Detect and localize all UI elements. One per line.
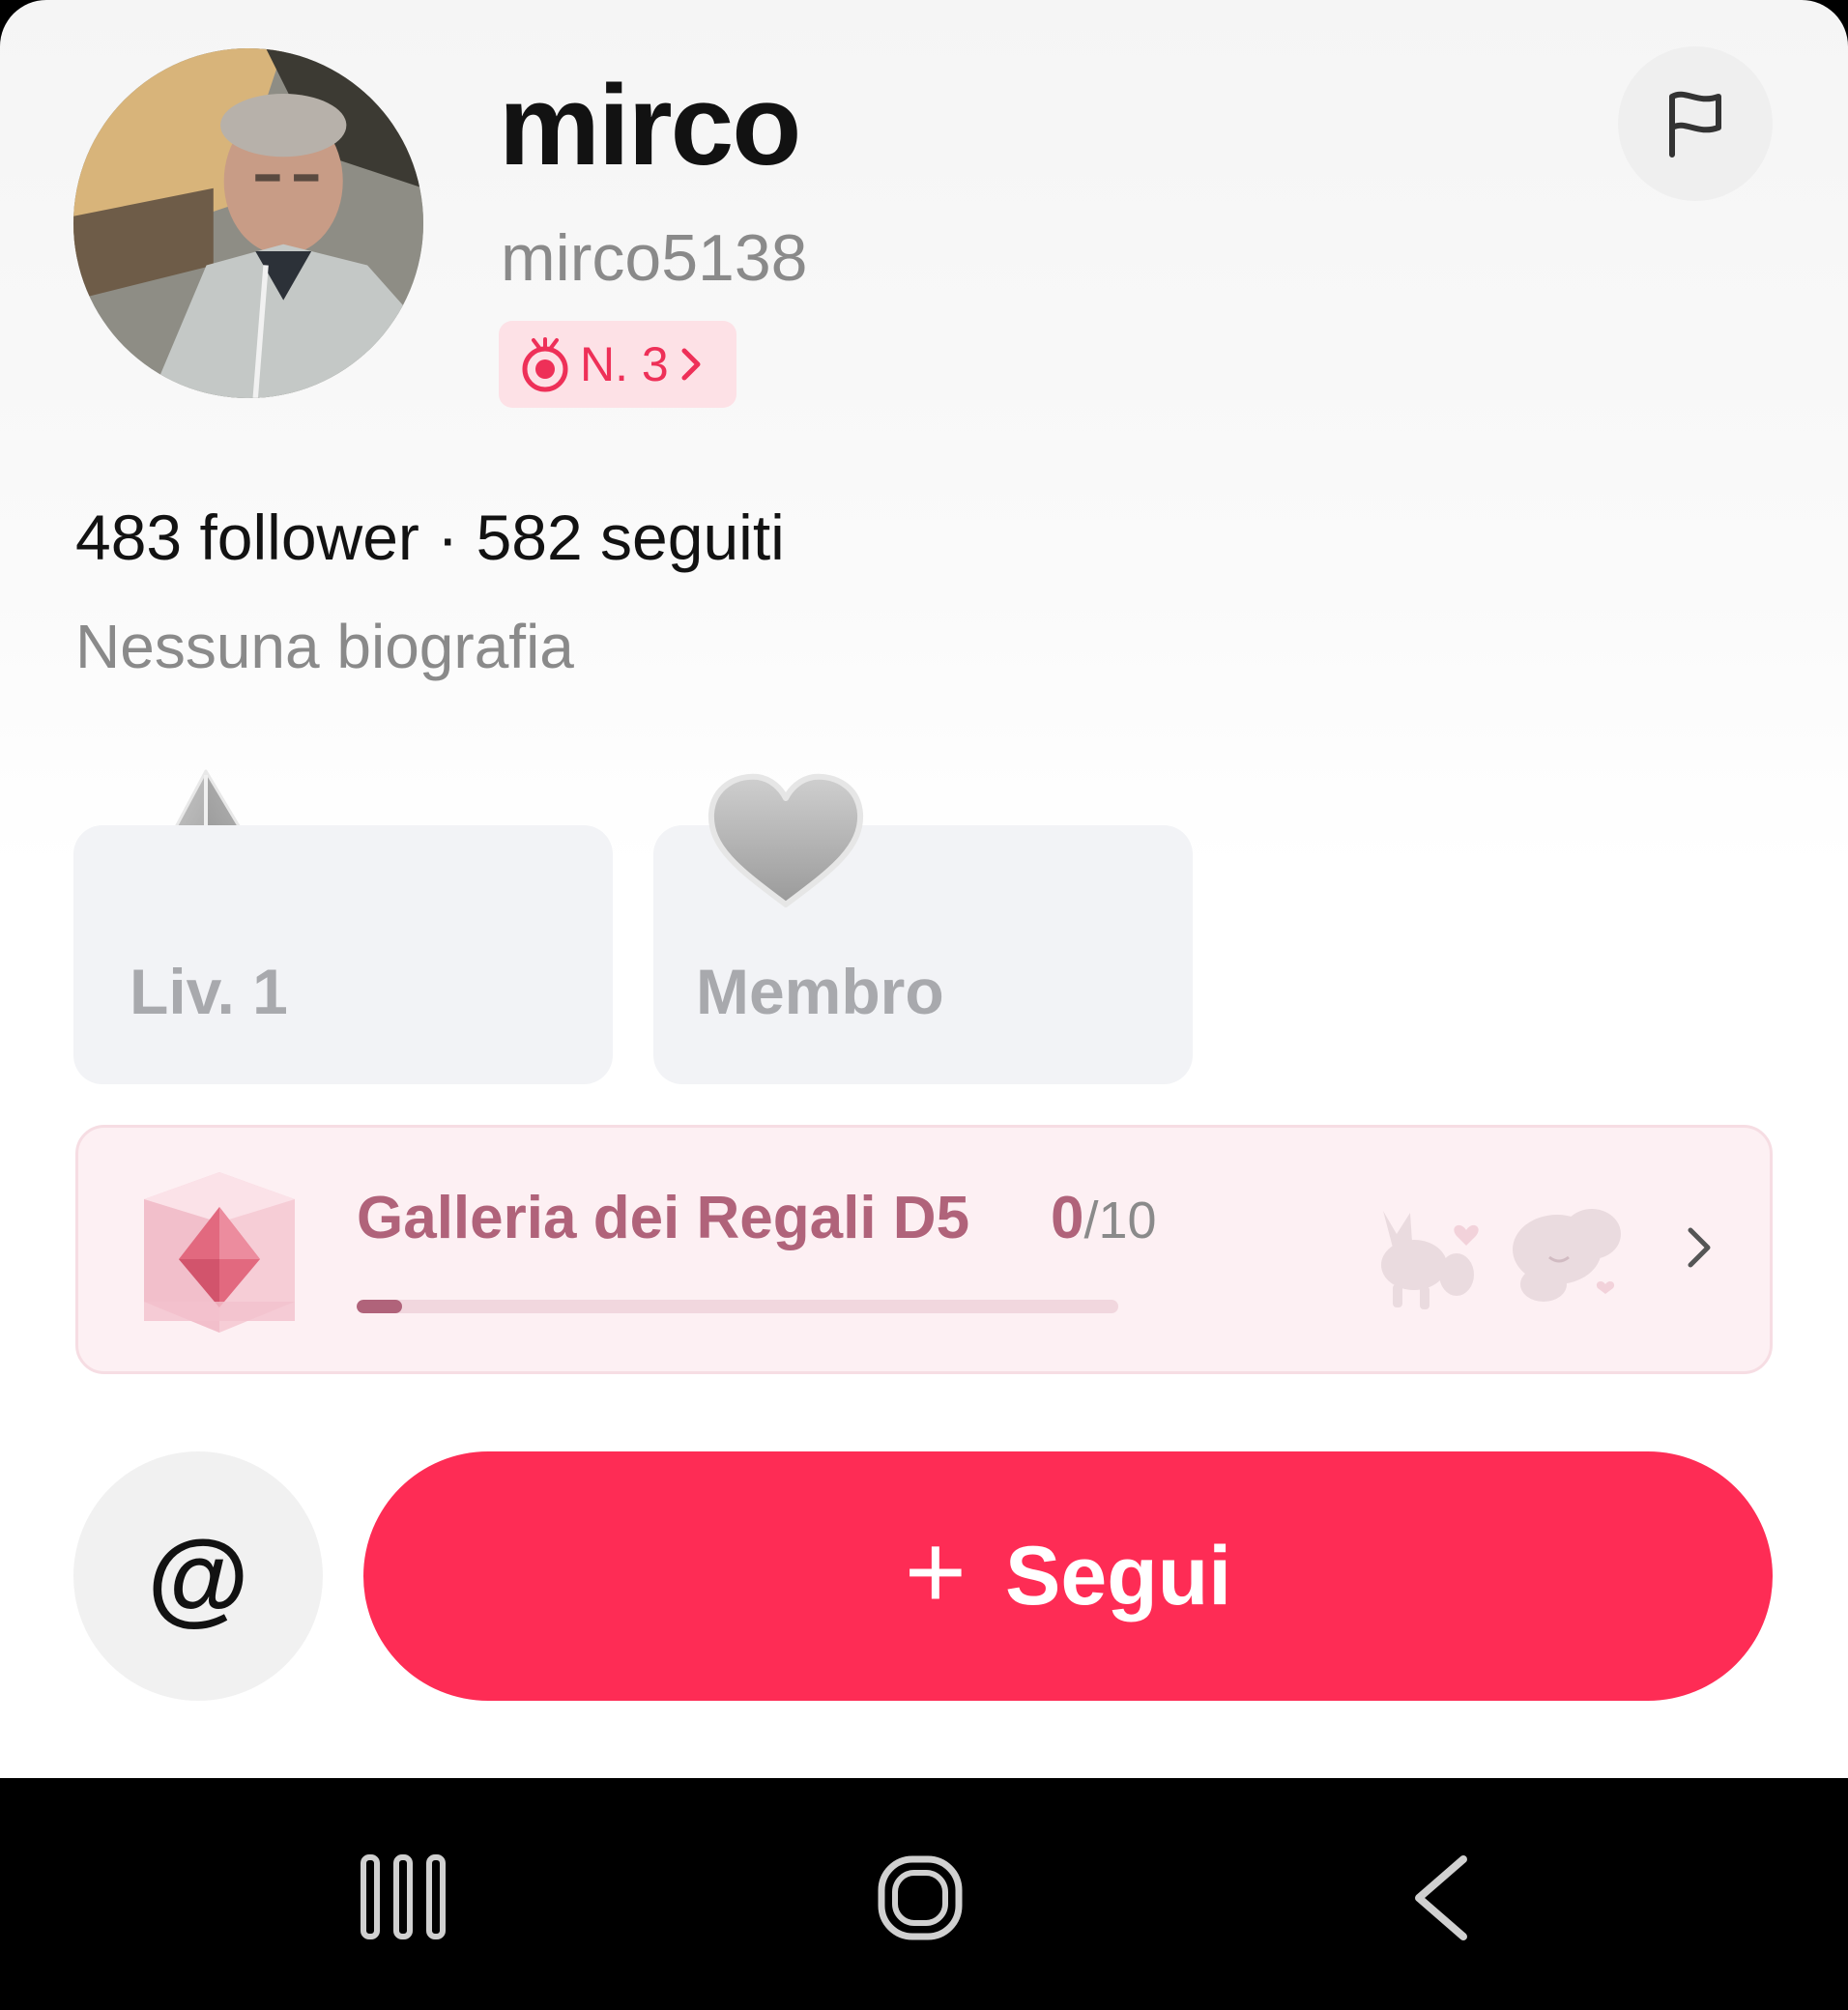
follow-label: Segui <box>1005 1529 1232 1622</box>
follow-stats: 483 follower · 582 seguiti <box>75 501 785 574</box>
back-icon[interactable] <box>1407 1853 1475 1942</box>
stats-separator: · <box>437 502 459 573</box>
gift-total: 10 <box>1098 1192 1157 1249</box>
home-icon[interactable] <box>876 1853 965 1942</box>
member-label: Membro <box>696 956 944 1027</box>
following-count[interactable]: 582 <box>476 502 583 573</box>
flag-icon <box>1669 91 1721 158</box>
system-nav-bar <box>0 1778 1848 2010</box>
follow-button[interactable]: + Segui <box>363 1451 1773 1701</box>
gift-progress-bar <box>357 1300 1118 1313</box>
avatar-photo <box>73 48 423 398</box>
level-badge-card[interactable]: Liv. 1 <box>73 825 613 1084</box>
gift-progress-fill <box>357 1300 403 1313</box>
gem-cube-icon <box>144 1172 295 1333</box>
following-label[interactable]: seguiti <box>600 502 785 573</box>
heart-icon <box>707 773 864 907</box>
bio: Nessuna biografia <box>75 612 574 681</box>
chevron-right-icon <box>681 348 701 381</box>
gift-decoration-icon <box>1381 1209 1621 1309</box>
stopwatch-icon <box>522 337 568 392</box>
profile-sheet: mirco mirco5138 N. 3 483 follower · 582 … <box>0 0 1848 1778</box>
gift-gallery-count: 0/10 <box>1051 1184 1157 1252</box>
chevron-right-icon <box>1688 1227 1711 1268</box>
recent-apps-icon[interactable] <box>360 1853 447 1940</box>
level-label: Liv. 1 <box>130 956 288 1027</box>
followers-count[interactable]: 483 <box>75 502 182 573</box>
gift-gallery-card[interactable]: Galleria dei Regali D5 0/10 <box>75 1125 1773 1374</box>
gift-count-separator: / <box>1083 1192 1099 1249</box>
rank-badge[interactable]: N. 3 <box>499 321 736 408</box>
plus-icon: + <box>904 1512 967 1631</box>
at-icon: @ <box>147 1517 249 1635</box>
username-handle: mirco5138 <box>501 221 808 295</box>
gift-collected: 0 <box>1051 1185 1084 1251</box>
mention-button[interactable]: @ <box>73 1451 323 1701</box>
rank-label: N. 3 <box>580 337 669 391</box>
avatar[interactable] <box>73 48 423 398</box>
followers-label[interactable]: follower <box>199 502 419 573</box>
display-name: mirco <box>499 62 801 189</box>
gift-gallery-title: Galleria dei Regali D5 <box>357 1185 970 1251</box>
report-button[interactable] <box>1618 46 1773 201</box>
